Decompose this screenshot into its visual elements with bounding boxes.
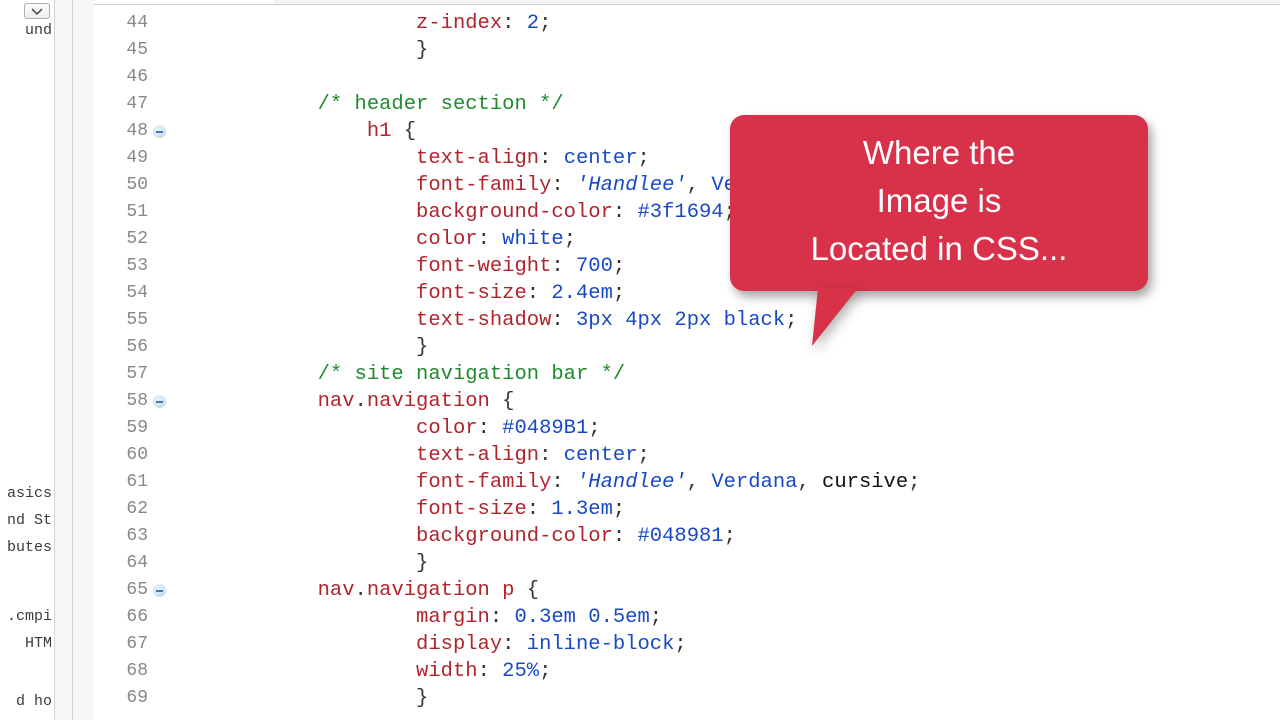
code-line[interactable]: z-index: 2; (170, 10, 1280, 37)
panel-divider[interactable] (54, 0, 74, 720)
line-number: 61 (94, 469, 170, 496)
code-editor[interactable]: 4445464748495051525354555657585960616263… (94, 0, 1280, 720)
line-number: 59 (94, 415, 170, 442)
line-number: 68 (94, 658, 170, 685)
outline-fragment-text: butes (0, 539, 52, 556)
tab-strip-fragment (274, 0, 1280, 5)
line-number: 55 (94, 307, 170, 334)
line-number: 67 (94, 631, 170, 658)
code-line[interactable]: background-color: #048981; (170, 523, 1280, 550)
line-number: 47 (94, 91, 170, 118)
outline-fragment-text: nd St (0, 512, 52, 529)
outline-fragment-text: HTM (0, 635, 52, 652)
fold-toggle-icon[interactable] (153, 125, 166, 138)
code-line[interactable]: nav.navigation { (170, 388, 1280, 415)
outline-panel-fragment: und asics nd St butes .cmpi HTM d ho (0, 0, 55, 720)
line-number-gutter[interactable]: 4445464748495051525354555657585960616263… (94, 10, 170, 712)
line-number: 65 (94, 577, 170, 604)
code-line[interactable]: text-shadow: 3px 4px 2px black; (170, 307, 1280, 334)
outline-fragment-text: .cmpi (0, 608, 52, 625)
fold-toggle-icon[interactable] (153, 584, 166, 597)
line-number: 58 (94, 388, 170, 415)
annotation-callout: Where the Image is Located in CSS... (730, 115, 1148, 291)
line-number: 50 (94, 172, 170, 199)
callout-text: Located in CSS... (750, 225, 1128, 273)
code-line[interactable]: } (170, 685, 1280, 712)
callout-text: Where the (750, 129, 1128, 177)
code-line[interactable]: color: #0489B1; (170, 415, 1280, 442)
code-line[interactable]: } (170, 37, 1280, 64)
ruler-strip (72, 0, 96, 720)
line-number: 54 (94, 280, 170, 307)
line-number: 49 (94, 145, 170, 172)
dropdown-chevron-icon[interactable] (24, 3, 50, 19)
line-number: 52 (94, 226, 170, 253)
line-number: 56 (94, 334, 170, 361)
outline-fragment-text: und (0, 22, 52, 39)
line-number: 63 (94, 523, 170, 550)
callout-text: Image is (750, 177, 1128, 225)
fold-toggle-icon[interactable] (153, 395, 166, 408)
line-number: 69 (94, 685, 170, 712)
code-line[interactable]: font-size: 1.3em; (170, 496, 1280, 523)
line-number: 57 (94, 361, 170, 388)
code-line[interactable]: nav.navigation p { (170, 577, 1280, 604)
line-number: 64 (94, 550, 170, 577)
line-number: 44 (94, 10, 170, 37)
line-number: 62 (94, 496, 170, 523)
line-number: 51 (94, 199, 170, 226)
code-line[interactable]: display: inline-block; (170, 631, 1280, 658)
code-line[interactable]: font-family: 'Handlee', Verdana, cursive… (170, 469, 1280, 496)
line-number: 46 (94, 64, 170, 91)
line-number: 45 (94, 37, 170, 64)
code-line[interactable]: } (170, 550, 1280, 577)
outline-fragment-text: d ho (0, 693, 52, 710)
code-line[interactable] (170, 64, 1280, 91)
line-number: 48 (94, 118, 170, 145)
line-number: 66 (94, 604, 170, 631)
outline-fragment-text: asics (0, 485, 52, 502)
code-line[interactable]: /* site navigation bar */ (170, 361, 1280, 388)
code-line[interactable]: width: 25%; (170, 658, 1280, 685)
code-line[interactable]: text-align: center; (170, 442, 1280, 469)
code-line[interactable]: margin: 0.3em 0.5em; (170, 604, 1280, 631)
line-number: 53 (94, 253, 170, 280)
code-line[interactable]: /* header section */ (170, 91, 1280, 118)
code-line[interactable]: } (170, 334, 1280, 361)
line-number: 60 (94, 442, 170, 469)
